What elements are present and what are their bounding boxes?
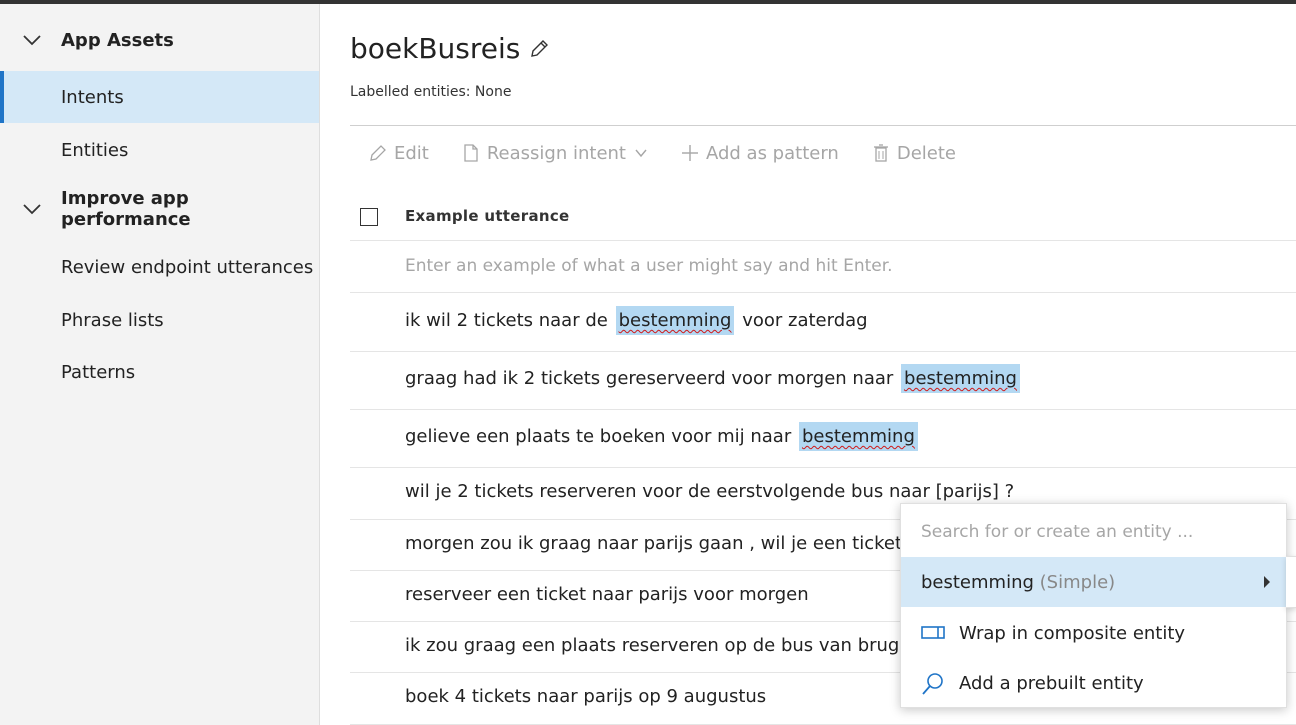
utterance-text[interactable]: reserveer een ticket naar parijs voor mo…: [405, 584, 809, 605]
entity-type: (Simple): [1039, 571, 1116, 593]
table-row[interactable]: graag had ik 2 tickets gereserveerd voor…: [350, 351, 1296, 410]
toolbar: Edit Reassign intent Add as pattern Dele…: [368, 140, 988, 166]
column-header-utterance: Example utterance: [405, 207, 570, 225]
utterance-text-part: graag had ik 2 tickets gereserveerd voor…: [405, 368, 894, 389]
nav-group-app-assets[interactable]: App Assets: [0, 14, 319, 66]
utterance-text-part: voor zaterdag: [742, 310, 868, 331]
sidebar: App Assets Intents Entities Improve app …: [0, 4, 320, 725]
trash-icon: [873, 144, 888, 162]
nav-group-label: Improve app performance: [61, 188, 191, 230]
entity-name: bestemming: [921, 571, 1034, 593]
document-icon: [464, 144, 478, 162]
sidebar-item-review-endpoint-utterances[interactable]: Review endpoint utterances: [0, 241, 319, 293]
pencil-icon: [370, 145, 386, 161]
wrap-composite-entity-item[interactable]: Wrap in composite entity: [901, 608, 1286, 658]
utterance-text-part: reserveer een ticket naar parijs voor mo…: [405, 584, 809, 605]
divider: [350, 125, 1296, 126]
add-pattern-label: Add as pattern: [705, 142, 839, 164]
select-all-checkbox[interactable]: [360, 208, 378, 226]
labelled-entity-token[interactable]: bestemming: [901, 364, 1020, 393]
add-prebuilt-entity-item[interactable]: Add a prebuilt entity: [901, 658, 1286, 708]
utterance-input[interactable]: [405, 253, 1005, 279]
entity-suggestion-bestemming[interactable]: bestemming (Simple): [901, 557, 1286, 607]
sidebar-item-phrase-lists[interactable]: Phrase lists: [0, 294, 319, 346]
nav-group-label: App Assets: [61, 29, 174, 51]
utterance-text-part: boek 4 tickets naar parijs op 9 augustus: [405, 686, 767, 707]
edit-button[interactable]: Edit: [368, 143, 429, 164]
title-row: boekBusreis: [350, 32, 550, 65]
utterance-text[interactable]: wil je 2 tickets reserveren voor de eers…: [405, 481, 1014, 502]
chevron-down-icon: [635, 149, 647, 158]
utterance-text[interactable]: ik wil 2 tickets naar de bestemming voor…: [405, 306, 868, 335]
utterance-text[interactable]: gelieve een plaats te boeken voor mij na…: [405, 422, 920, 451]
utterance-input-row: [350, 241, 1296, 293]
labelled-entity-token[interactable]: bestemming: [798, 422, 918, 451]
chevron-down-icon[interactable]: [22, 30, 42, 50]
entity-search-input[interactable]: [921, 520, 1261, 544]
utterance-text[interactable]: ik zou graag een plaats reserveren op de…: [405, 635, 939, 656]
page-title: boekBusreis: [350, 32, 521, 65]
reassign-intent-button[interactable]: Reassign intent: [461, 143, 648, 164]
wrap-label: Wrap in composite entity: [959, 622, 1186, 644]
composite-entity-icon: [921, 626, 945, 639]
sidebar-item-label: Intents: [61, 86, 124, 108]
add-as-pattern-button[interactable]: Add as pattern: [680, 143, 839, 164]
sidebar-item-label: Phrase lists: [61, 309, 164, 331]
sidebar-item-label: Patterns: [61, 361, 136, 383]
prebuilt-label: Add a prebuilt entity: [959, 672, 1144, 694]
sidebar-item-entities[interactable]: Entities: [0, 124, 319, 176]
labelled-entity-token[interactable]: bestemming: [615, 306, 735, 335]
utterance-text[interactable]: morgen zou ik graag naar parijs gaan , w…: [405, 533, 935, 554]
table-row[interactable]: ik wil 2 tickets naar de bestemming voor…: [350, 293, 1296, 352]
reassign-label: Reassign intent: [486, 142, 626, 164]
nav-group-improve-performance[interactable]: Improve app performance: [0, 183, 319, 235]
utterance-text-part: gelieve een plaats te boeken voor mij na…: [405, 426, 792, 447]
utterance-text-part: wil je 2 tickets reserveren voor de eers…: [405, 481, 1015, 502]
labelled-entities: Labelled entities: None: [350, 84, 512, 100]
utterance-text[interactable]: boek 4 tickets naar parijs op 9 augustus: [405, 686, 766, 707]
sidebar-item-label: Entities: [61, 139, 129, 161]
search-icon: [922, 673, 943, 695]
sidebar-item-label: Review endpoint utterances: [61, 256, 314, 278]
sidebar-item-intents[interactable]: Intents: [0, 71, 319, 123]
utterance-text-part: morgen zou ik graag naar parijs gaan , w…: [405, 533, 936, 554]
table-header: Example utterance: [350, 198, 1296, 241]
submenu-edge: [1286, 556, 1296, 608]
delete-button[interactable]: Delete: [871, 143, 956, 164]
utterance-text[interactable]: graag had ik 2 tickets gereserveerd voor…: [405, 364, 1022, 393]
edit-label: Edit: [394, 142, 429, 164]
chevron-down-icon[interactable]: [22, 199, 42, 219]
entity-menu: bestemming (Simple) Wrap in composite en…: [900, 503, 1287, 708]
delete-label: Delete: [896, 142, 956, 164]
plus-icon: [681, 145, 698, 161]
submenu-arrow-icon: [1264, 576, 1270, 588]
utterance-text-part: ik zou graag een plaats reserveren op de…: [405, 635, 939, 656]
sidebar-item-patterns[interactable]: Patterns: [0, 346, 319, 398]
pencil-icon[interactable]: [528, 38, 550, 60]
table-row[interactable]: gelieve een plaats te boeken voor mij na…: [350, 409, 1296, 468]
utterance-text-part: ik wil 2 tickets naar de: [405, 310, 608, 331]
